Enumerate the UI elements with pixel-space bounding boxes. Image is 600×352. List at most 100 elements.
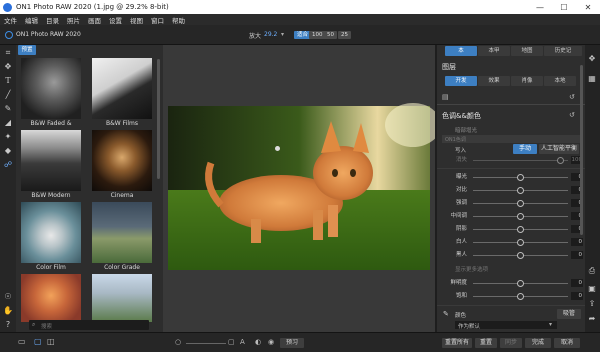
slider-knob[interactable]	[517, 186, 524, 194]
send-icon[interactable]: ➦	[586, 313, 598, 325]
show-more-toggle[interactable]: 显示更多选项	[455, 265, 488, 273]
retouch-tool-icon[interactable]: ☍	[2, 159, 14, 171]
menu-window[interactable]: 窗口	[147, 15, 168, 25]
slider-row[interactable]: 饱和 0	[437, 291, 585, 301]
slider-knob[interactable]	[517, 238, 524, 246]
help-icon[interactable]: ?	[2, 319, 14, 331]
mask-view-icon[interactable]: ▢	[228, 338, 235, 346]
before-after-icon[interactable]: ◐	[255, 338, 261, 346]
tone-preset-field[interactable]: ON1色调	[442, 135, 581, 143]
minimize-button[interactable]: —	[528, 3, 552, 12]
move-tool-icon[interactable]: ✥	[2, 61, 14, 73]
presets-scrollbar[interactable]	[157, 59, 160, 179]
tab-map[interactable]: 地图	[511, 46, 543, 56]
text-tool-icon[interactable]: T	[2, 75, 14, 87]
slider-row[interactable]: 对比0	[437, 185, 585, 195]
tab-edit[interactable]: 本甲	[478, 46, 510, 56]
maximize-button[interactable]: ☐	[552, 3, 576, 12]
brush-tool-icon[interactable]: ✎	[2, 103, 14, 115]
filmstrip-icon[interactable]: ▭	[18, 337, 26, 346]
tab-effects[interactable]: 效果	[478, 76, 510, 86]
preset-item-next[interactable]	[92, 274, 152, 322]
slider-knob[interactable]	[557, 156, 564, 164]
panel-icon[interactable]: ▤	[442, 93, 449, 101]
slider-knob[interactable]	[517, 173, 524, 181]
tab-browse[interactable]: 本	[445, 46, 477, 56]
slider-row[interactable]: 阴影0	[437, 224, 585, 234]
text-overlay-icon[interactable]: A	[240, 338, 245, 346]
ai-balance-button[interactable]: 人工智能平衡	[539, 144, 579, 154]
faded-slider[interactable]: 消失 100	[437, 155, 585, 165]
slider-value[interactable]: 0	[571, 251, 583, 259]
export-icon[interactable]: ⎙	[586, 265, 598, 277]
compare-view-icon[interactable]: ◫	[47, 337, 55, 346]
hand-tool-icon[interactable]: ✋	[2, 305, 14, 317]
slider-row[interactable]: 黑人 0	[437, 250, 585, 260]
menu-settings[interactable]: 设置	[105, 15, 126, 25]
develop-module-icon[interactable]: ▦	[586, 73, 598, 85]
menu-file[interactable]: 文件	[0, 15, 21, 25]
edit-module-icon[interactable]: ✥	[586, 53, 598, 65]
cancel-button[interactable]: 取消	[554, 338, 580, 348]
zoom-out-icon[interactable]: ○	[175, 338, 181, 346]
canvas-handle-dot[interactable]	[275, 146, 280, 151]
slider-knob[interactable]	[517, 225, 524, 233]
menu-view[interactable]: 视图	[126, 15, 147, 25]
zoom-dropdown-icon[interactable]: ▾	[281, 31, 284, 38]
slider-row[interactable]: 曝光0	[437, 172, 585, 182]
zoom-value[interactable]: 29.2	[264, 31, 277, 38]
thumb-size-slider[interactable]	[186, 343, 226, 344]
color-dropdown[interactable]: 作为默认 ▾	[455, 321, 557, 330]
wand-tool-icon[interactable]: ✦	[2, 131, 14, 143]
slider-row[interactable]: 白人 0	[437, 237, 585, 247]
preview-button[interactable]: 预习	[280, 338, 304, 348]
preset-color-film[interactable]: Color Film	[21, 202, 81, 273]
slider-value[interactable]: 0	[571, 279, 583, 287]
single-view-icon[interactable]: ▢	[34, 337, 42, 346]
reset-all-button[interactable]: 重置所有	[442, 338, 472, 348]
sync-button[interactable]: 同步	[500, 338, 522, 348]
close-button[interactable]: ✕	[576, 3, 600, 12]
slider-knob[interactable]	[517, 279, 524, 287]
presets-search-input[interactable]: ⌕ 搜索	[29, 320, 149, 330]
slider-value[interactable]: 0	[571, 238, 583, 246]
view-tool-icon[interactable]: ☉	[2, 291, 14, 303]
menu-help[interactable]: 帮助	[168, 15, 189, 25]
slider-row[interactable]: 鲜明度 0	[437, 278, 585, 288]
print-icon[interactable]: ▣	[586, 283, 598, 295]
menu-catalog[interactable]: 目录	[42, 15, 63, 25]
reset-button[interactable]: 重置	[475, 338, 497, 348]
tab-presets[interactable]: 预置	[18, 45, 36, 55]
slider-row[interactable]: 强调0	[437, 198, 585, 208]
panel-scrollbar[interactable]	[580, 65, 583, 235]
done-button[interactable]: 完成	[525, 338, 551, 348]
picker-button[interactable]: 吸管	[557, 309, 581, 319]
slider-knob[interactable]	[517, 212, 524, 220]
slider-row[interactable]: 中间调0	[437, 211, 585, 221]
tab-develop[interactable]: 开发	[445, 76, 477, 86]
tab-history[interactable]: 历史记	[544, 46, 582, 56]
eraser-tool-icon[interactable]: ◆	[2, 145, 14, 157]
preset-color-grade[interactable]: Color Grade	[92, 202, 152, 273]
line-tool-icon[interactable]: ╱	[2, 89, 14, 101]
zoom-25-button[interactable]: 25	[338, 31, 351, 39]
preset-bw-modern[interactable]: B&W Modern	[21, 130, 81, 201]
slider-knob[interactable]	[517, 251, 524, 259]
tab-local[interactable]: 本地	[544, 76, 576, 86]
slider-knob[interactable]	[517, 292, 524, 300]
menu-layer[interactable]: 画面	[84, 15, 105, 25]
share-icon[interactable]: ⇪	[586, 298, 598, 310]
crop-tool-icon[interactable]: ⌗	[2, 47, 14, 59]
tone-reset-icon[interactable]: ↺	[569, 111, 575, 119]
slider-knob[interactable]	[517, 199, 524, 207]
eyedropper-icon[interactable]: ✎	[443, 310, 449, 318]
image-canvas[interactable]	[163, 45, 441, 332]
manual-mode-button[interactable]: 手动	[513, 144, 537, 154]
preset-bw-faded-matte[interactable]: B&W Faded & Matte	[21, 58, 81, 137]
tab-portrait[interactable]: 肖像	[511, 76, 543, 86]
menu-photo[interactable]: 照片	[63, 15, 84, 25]
menu-edit[interactable]: 编辑	[21, 15, 42, 25]
preset-bw-films[interactable]: B&W Films	[92, 58, 152, 129]
zoom-50-button[interactable]: 50	[324, 31, 337, 39]
reset-icon[interactable]: ↺	[569, 93, 575, 101]
